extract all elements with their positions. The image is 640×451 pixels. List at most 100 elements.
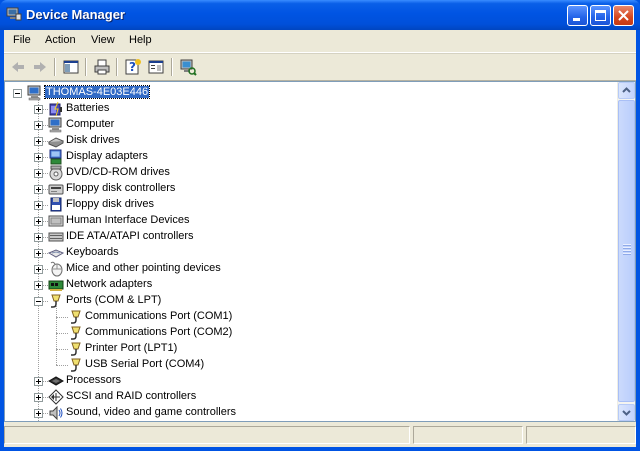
toolbar-separator	[171, 58, 173, 76]
scroll-down-button[interactable]	[618, 404, 635, 421]
expander-2[interactable]	[34, 137, 43, 146]
menu-help[interactable]: Help	[129, 34, 152, 46]
expander-9[interactable]	[34, 249, 43, 258]
expander-10[interactable]	[34, 265, 43, 274]
plus-icon	[36, 171, 41, 176]
scrollbar-thumb[interactable]	[618, 100, 635, 402]
device-label[interactable]: Printer Port (LPT1)	[84, 342, 178, 354]
plus-icon	[36, 395, 41, 400]
device-manager-window: Device Manager File Action View Help ? T…	[0, 0, 640, 451]
expander-8[interactable]	[34, 233, 43, 242]
root-computer-label[interactable]: THOMAS-4E03E446	[43, 85, 151, 99]
port-icon	[71, 326, 81, 340]
menu-view[interactable]: View	[91, 34, 115, 46]
plus-icon	[36, 411, 41, 416]
category-label[interactable]: Batteries	[65, 102, 110, 114]
scan-hardware-icon[interactable]	[178, 57, 198, 77]
window-title: Device Manager	[26, 7, 125, 22]
tree-connector	[56, 365, 68, 367]
display-adapter-icon	[49, 149, 62, 165]
expander-12[interactable]	[34, 297, 43, 306]
toolbar-separator	[54, 58, 56, 76]
menu-action[interactable]: Action	[45, 34, 76, 46]
expander-6[interactable]	[34, 201, 43, 210]
forward-icon[interactable]	[30, 57, 50, 77]
minimize-icon	[573, 18, 580, 21]
vertical-scrollbar[interactable]	[617, 82, 635, 421]
svg-text:?: ?	[129, 60, 136, 74]
expander-13[interactable]	[34, 377, 43, 386]
help-icon[interactable]: ?	[123, 57, 143, 77]
status-bar	[4, 424, 636, 446]
processor-icon	[48, 376, 64, 386]
back-icon[interactable]	[8, 57, 28, 77]
tree-connector	[56, 305, 58, 365]
device-label[interactable]: Communications Port (COM2)	[84, 326, 233, 338]
close-icon	[618, 10, 629, 21]
category-label[interactable]: Floppy disk controllers	[65, 182, 176, 194]
device-label[interactable]: USB Serial Port (COM4)	[84, 358, 205, 370]
scroll-up-button[interactable]	[618, 82, 635, 99]
device-label[interactable]: Communications Port (COM1)	[84, 310, 233, 322]
plus-icon	[36, 251, 41, 256]
category-label[interactable]: Human Interface Devices	[65, 214, 191, 226]
port-icon	[71, 358, 81, 372]
plus-icon	[36, 235, 41, 240]
expander-1[interactable]	[34, 121, 43, 130]
expander-5[interactable]	[34, 185, 43, 194]
floppy-controller-icon	[48, 184, 64, 195]
maximize-button[interactable]	[590, 5, 611, 26]
hid-icon	[48, 215, 64, 227]
category-label[interactable]: Network adapters	[65, 278, 153, 290]
category-label[interactable]: Sound, video and game controllers	[65, 406, 237, 418]
expander-4[interactable]	[34, 169, 43, 178]
plus-icon	[36, 267, 41, 272]
properties-icon[interactable]	[146, 57, 166, 77]
minus-icon	[36, 301, 41, 302]
status-pane-2	[413, 426, 523, 444]
title-bar[interactable]: Device Manager	[0, 0, 640, 30]
port-icon	[71, 342, 81, 356]
expander-3[interactable]	[34, 153, 43, 162]
thumb-grip	[623, 253, 631, 255]
minimize-button[interactable]	[567, 5, 588, 26]
category-label[interactable]: Computer	[65, 118, 115, 130]
menu-bar: File Action View Help	[4, 30, 636, 53]
client-area: File Action View Help ? THOMAS-4E03E446 …	[4, 30, 636, 447]
close-button[interactable]	[613, 5, 634, 26]
thumb-grip	[623, 250, 631, 252]
category-label[interactable]: Processors	[65, 374, 122, 386]
category-label[interactable]: SCSI and RAID controllers	[65, 390, 197, 402]
plus-icon	[36, 219, 41, 224]
toolbar: ?	[4, 53, 636, 81]
plus-icon	[36, 123, 41, 128]
battery-icon	[49, 101, 62, 117]
expander-15[interactable]	[34, 409, 43, 418]
status-pane-3	[526, 426, 636, 444]
category-label[interactable]: Ports (COM & LPT)	[65, 294, 162, 306]
plus-icon	[36, 155, 41, 160]
expander-14[interactable]	[34, 393, 43, 402]
expander-11[interactable]	[34, 281, 43, 290]
disk-drive-icon	[48, 137, 64, 148]
print-icon[interactable]	[92, 57, 112, 77]
ide-controller-icon	[48, 232, 64, 242]
category-label[interactable]: Floppy disk drives	[65, 198, 155, 210]
category-label[interactable]: Display adapters	[65, 150, 149, 162]
category-label[interactable]: Keyboards	[65, 246, 120, 258]
expander-0[interactable]	[34, 105, 43, 114]
plus-icon	[36, 187, 41, 192]
category-label[interactable]: Disk drives	[65, 134, 121, 146]
root-expander[interactable]	[13, 89, 22, 98]
category-label[interactable]: DVD/CD-ROM drives	[65, 166, 171, 178]
toolbar-separator	[116, 58, 118, 76]
expander-7[interactable]	[34, 217, 43, 226]
category-label[interactable]: IDE ATA/ATAPI controllers	[65, 230, 195, 242]
scsi-icon	[48, 389, 64, 405]
show-hide-tree-icon[interactable]	[61, 57, 81, 77]
device-tree[interactable]: THOMAS-4E03E446 Batteries Computer Disk dri…	[5, 82, 619, 421]
menu-file[interactable]: File	[13, 34, 31, 46]
chevron-down-icon	[622, 410, 631, 416]
category-label[interactable]: Mice and other pointing devices	[65, 262, 222, 274]
chevron-up-icon	[622, 87, 631, 93]
